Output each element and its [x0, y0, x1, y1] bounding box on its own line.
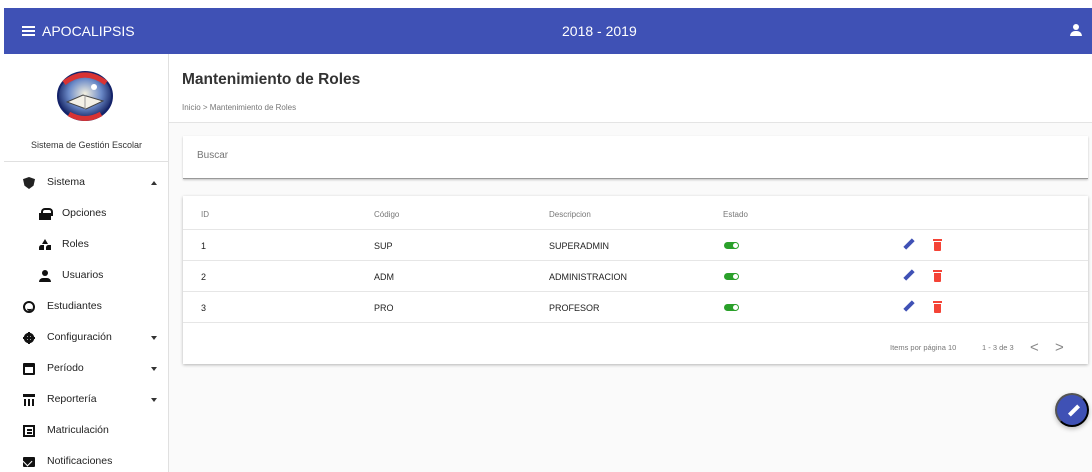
top-app-bar: APOCALIPSIS 2018 - 2019 — [4, 8, 1092, 54]
account-icon[interactable] — [1070, 24, 1082, 36]
trash-icon[interactable] — [933, 301, 942, 313]
calendar-icon — [23, 363, 35, 375]
table-row: 1 SUP SUPERADMIN — [183, 230, 1088, 261]
table-row: 3 PRO PROFESOR — [183, 292, 1088, 323]
table-header-row: ID Código Descripcion Estado — [183, 196, 1088, 230]
role-id: 3 — [201, 303, 207, 313]
chevron-down-icon — [151, 398, 157, 402]
table-icon — [23, 394, 35, 406]
system-title: Sistema de Gestión Escolar — [30, 140, 143, 150]
sidebar-item-label: Opciones — [62, 207, 107, 219]
main-content: Mantenimiento de Roles Inicio > Mantenim… — [169, 54, 1092, 472]
role-description: SUPERADMIN — [549, 241, 610, 251]
sidebar-item-label: Usuarios — [62, 269, 104, 281]
column-header-descripcion[interactable]: Descripcion — [549, 210, 591, 219]
mail-icon — [23, 457, 35, 467]
sidebar-item-label: Período — [47, 362, 84, 374]
sidebar-item-label: Notificaciones — [47, 455, 113, 467]
sidebar-item-periodo[interactable]: Período — [4, 353, 169, 384]
school-logo — [49, 65, 121, 127]
role-description: ADMINISTRACION — [549, 272, 628, 282]
app-brand: APOCALIPSIS — [22, 23, 135, 39]
search-underline — [183, 178, 1088, 179]
sidebar-item-configuracion[interactable]: Configuración — [4, 322, 169, 353]
sidebar-item-label: Reportería — [47, 393, 97, 405]
sidebar-item-notificaciones[interactable]: Notificaciones — [4, 446, 169, 472]
breadcrumb: Inicio > Mantenimiento de Roles — [182, 103, 297, 112]
school-period: 2018 - 2019 — [562, 23, 637, 39]
face-icon — [23, 301, 35, 313]
role-status-toggle[interactable] — [724, 242, 739, 249]
table-row: 2 ADM ADMINISTRACION — [183, 261, 1088, 292]
sidebar-divider — [4, 161, 169, 162]
sidebar-item-reporteria[interactable]: Reportería — [4, 384, 169, 415]
sidebar-item-label: Sistema — [47, 176, 85, 188]
sidebar-item-sistema[interactable]: Sistema — [4, 167, 169, 198]
sidebar-item-label: Roles — [62, 238, 89, 250]
shield-icon — [23, 177, 35, 189]
floating-edit-button[interactable] — [1055, 393, 1089, 427]
gear-icon — [23, 332, 35, 344]
user-icon — [39, 270, 51, 282]
trash-icon[interactable] — [933, 239, 942, 251]
sidebar-item-opciones[interactable]: Opciones — [4, 198, 169, 229]
trash-icon[interactable] — [933, 270, 942, 282]
items-per-page-label[interactable]: Items por página 10 — [890, 343, 956, 352]
chevron-right-icon[interactable]: > — [1055, 339, 1064, 356]
sidebar-item-label: Estudiantes — [47, 300, 102, 312]
chevron-down-icon — [151, 336, 157, 340]
column-header-codigo[interactable]: Código — [374, 210, 399, 219]
sidebar-item-label: Matriculación — [47, 424, 109, 436]
sidebar-item-usuarios[interactable]: Usuarios — [4, 260, 169, 291]
table-paginator: Items por página 10 1 - 3 de 3 < > — [183, 330, 1088, 364]
lock-icon — [39, 208, 53, 220]
role-code: PRO — [374, 303, 394, 313]
column-header-estado[interactable]: Estado — [723, 210, 748, 219]
page-title: Mantenimiento de Roles — [182, 71, 361, 88]
roles-icon — [39, 239, 51, 251]
page-header: Mantenimiento de Roles Inicio > Mantenim… — [169, 54, 1092, 123]
roles-table-card: ID Código Descripcion Estado 1 SUP SUPER… — [183, 196, 1088, 364]
role-code: SUP — [374, 241, 393, 251]
role-status-toggle[interactable] — [724, 273, 739, 280]
role-id: 1 — [201, 241, 207, 251]
role-code: ADM — [374, 272, 394, 282]
edit-icon — [1068, 405, 1080, 417]
document-icon — [23, 425, 35, 437]
chevron-up-icon — [151, 181, 157, 185]
search-input[interactable] — [197, 144, 1067, 166]
role-id: 2 — [201, 272, 207, 282]
search-card — [183, 136, 1088, 179]
chevron-down-icon — [151, 367, 157, 371]
sidebar-item-matriculacion[interactable]: Matriculación — [4, 415, 169, 446]
menu-icon[interactable] — [22, 26, 35, 36]
page-range-label: 1 - 3 de 3 — [982, 343, 1014, 352]
sidebar-item-roles[interactable]: Roles — [4, 229, 169, 260]
edit-icon[interactable] — [904, 301, 915, 312]
sidebar: Sistema de Gestión Escolar Sistema Opcio… — [4, 54, 169, 472]
sidebar-item-estudiantes[interactable]: Estudiantes — [4, 291, 169, 322]
app-title: APOCALIPSIS — [42, 23, 135, 39]
chevron-left-icon[interactable]: < — [1030, 339, 1039, 356]
app-window: APOCALIPSIS 2018 - 2019 Sistema de Gesti… — [4, 8, 1092, 472]
edit-icon[interactable] — [904, 239, 915, 250]
sidebar-item-label: Configuración — [47, 331, 112, 343]
edit-icon[interactable] — [904, 270, 915, 281]
column-header-id[interactable]: ID — [201, 210, 209, 219]
role-description: PROFESOR — [549, 303, 600, 313]
role-status-toggle[interactable] — [724, 304, 739, 311]
